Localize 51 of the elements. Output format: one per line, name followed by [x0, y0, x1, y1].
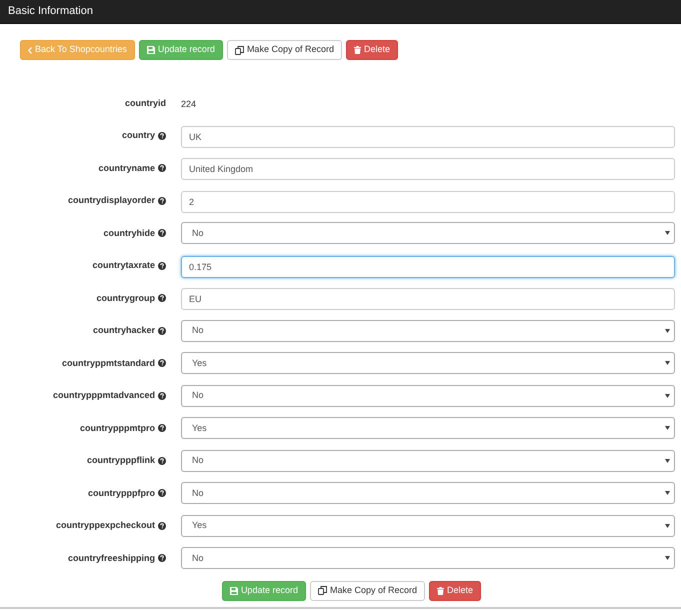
copy-icon — [318, 586, 327, 595]
select-field[interactable]: Yes — [181, 417, 675, 440]
field-label: countrytaxrate — [92, 259, 155, 272]
input-field[interactable]: 2 — [181, 190, 675, 213]
field-label: countryhacker — [92, 324, 155, 337]
dropdown-arrow-icon — [665, 328, 670, 333]
select-field[interactable]: Yes — [181, 352, 675, 374]
select-field[interactable]: No — [181, 547, 675, 570]
chevron-left-icon — [28, 46, 32, 54]
select-field[interactable]: No — [181, 320, 675, 342]
dropdown-arrow-icon — [665, 394, 670, 398]
select-field[interactable]: Yes — [181, 514, 675, 537]
field-label: countryhide — [103, 226, 155, 240]
input-field[interactable]: UK — [181, 126, 675, 148]
delete-button[interactable]: Delete — [346, 40, 398, 60]
trash-icon — [354, 46, 361, 54]
select-field[interactable]: No — [181, 482, 675, 504]
select-field[interactable]: No — [181, 222, 675, 244]
field-label: countrypppmtpro — [80, 422, 155, 435]
field-label: countryname — [98, 162, 155, 175]
field-label: countrypppmtadvanced — [52, 389, 155, 402]
dropdown-arrow-icon — [665, 231, 670, 236]
save-icon — [230, 586, 238, 594]
field-label: country — [122, 129, 155, 142]
panel-title: Basic Information — [8, 4, 93, 20]
field-label: countryfreeshipping — [68, 552, 155, 565]
input-field[interactable]: 0.175 — [181, 256, 675, 278]
select-field[interactable]: No — [181, 384, 675, 407]
field-label: countryppexpcheckout — [56, 519, 155, 532]
trash-icon — [437, 586, 444, 594]
select-field[interactable]: No — [181, 450, 675, 472]
field-label: countrypppfpro — [88, 486, 155, 500]
dropdown-arrow-icon — [665, 491, 670, 496]
dropdown-arrow-icon — [665, 458, 670, 463]
save-icon — [146, 46, 155, 54]
input-field[interactable]: United Kingdom — [181, 158, 675, 180]
field-label: countryid — [124, 96, 166, 110]
dropdown-arrow-icon — [665, 556, 670, 560]
dropdown-arrow-icon — [665, 524, 670, 528]
delete-button[interactable]: Delete — [429, 580, 482, 600]
field-label: countryppmtstandard — [62, 356, 155, 370]
field-label: countrydisplayorder — [68, 194, 155, 207]
copy-record-button[interactable]: Make Copy of Record — [310, 580, 426, 600]
field-label: countrypppflink — [87, 454, 155, 467]
input-field[interactable]: EU — [181, 288, 675, 310]
copy-icon — [234, 46, 244, 54]
dropdown-arrow-icon — [665, 426, 670, 430]
field-label: countrygroup — [96, 292, 155, 305]
field-value: 224 — [181, 99, 196, 110]
dropdown-arrow-icon — [665, 361, 670, 366]
copy-record-button[interactable]: Make Copy of Record — [226, 40, 342, 60]
